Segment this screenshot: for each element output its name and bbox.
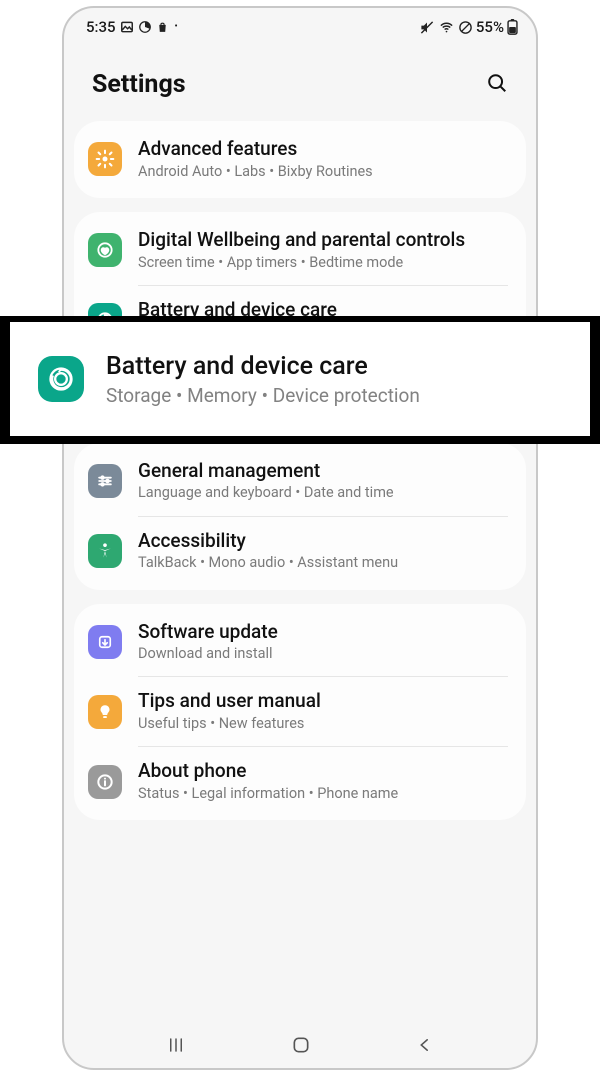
settings-item-tips[interactable]: Tips and user manual Useful tips • New f…: [74, 677, 526, 746]
settings-group: Advanced features Android Auto • Labs • …: [74, 121, 526, 198]
wellbeing-icon: [88, 233, 122, 267]
item-subtitle: Status • Legal information • Phone name: [138, 785, 508, 803]
item-subtitle: Screen time • App timers • Bedtime mode: [138, 254, 508, 272]
navigation-bar: [64, 1022, 536, 1068]
settings-item-wellbeing[interactable]: Digital Wellbeing and parental controls …: [74, 216, 526, 285]
no-data-icon: [458, 20, 473, 35]
settings-group: Software update Download and install Tip…: [74, 604, 526, 821]
item-subtitle: Useful tips • New features: [138, 715, 508, 733]
nav-back[interactable]: [416, 1035, 434, 1055]
item-subtitle: Download and install: [138, 645, 508, 663]
bag-icon: [156, 20, 169, 34]
settings-item-software[interactable]: Software update Download and install: [74, 608, 526, 677]
settings-header: Settings: [64, 40, 536, 121]
mute-icon: [419, 20, 435, 35]
search-button[interactable]: [486, 72, 508, 98]
status-time: 5:35: [86, 18, 116, 36]
software-update-icon: [88, 625, 122, 659]
settings-group: General management Language and keyboard…: [74, 443, 526, 590]
tips-icon: [88, 695, 122, 729]
status-bar: 5:35 • 55%: [64, 8, 536, 40]
settings-item-general[interactable]: General management Language and keyboard…: [74, 447, 526, 516]
settings-item-about[interactable]: About phone Status • Legal information •…: [74, 747, 526, 816]
item-title: Software update: [138, 621, 508, 644]
settings-item-advanced[interactable]: Advanced features Android Auto • Labs • …: [74, 125, 526, 194]
general-icon: [88, 464, 122, 498]
item-title: Tips and user manual: [138, 690, 508, 713]
item-title: General management: [138, 460, 508, 483]
pie-icon: [138, 20, 152, 34]
callout-title: Battery and device care: [106, 352, 420, 381]
nav-recents[interactable]: [166, 1036, 186, 1054]
settings-list[interactable]: Advanced features Android Auto • Labs • …: [64, 121, 536, 820]
callout-subtitle: Storage • Memory • Device protection: [106, 384, 420, 407]
advanced-icon: [88, 142, 122, 176]
nav-home[interactable]: [291, 1035, 311, 1055]
phone-frame: 5:35 • 55%: [62, 6, 538, 1070]
highlighted-battery-care[interactable]: Battery and device care Storage • Memory…: [10, 322, 590, 436]
device-care-icon: [38, 356, 84, 402]
image-indicator-icon: [120, 20, 134, 34]
item-subtitle: Android Auto • Labs • Bixby Routines: [138, 163, 508, 181]
item-title: Advanced features: [138, 138, 508, 161]
settings-item-accessibility[interactable]: Accessibility TalkBack • Mono audio • As…: [74, 517, 526, 586]
item-title: Digital Wellbeing and parental controls: [138, 229, 508, 252]
more-dot: •: [175, 22, 178, 32]
item-subtitle: TalkBack • Mono audio • Assistant menu: [138, 554, 508, 572]
battery-percent: 55%: [476, 18, 504, 36]
battery-icon: [507, 19, 518, 35]
item-title: Accessibility: [138, 530, 508, 553]
wifi-icon: [438, 20, 455, 35]
item-title: About phone: [138, 760, 508, 783]
about-icon: [88, 765, 122, 799]
page-title: Settings: [92, 70, 186, 99]
item-subtitle: Language and keyboard • Date and time: [138, 484, 508, 502]
accessibility-icon: [88, 534, 122, 568]
